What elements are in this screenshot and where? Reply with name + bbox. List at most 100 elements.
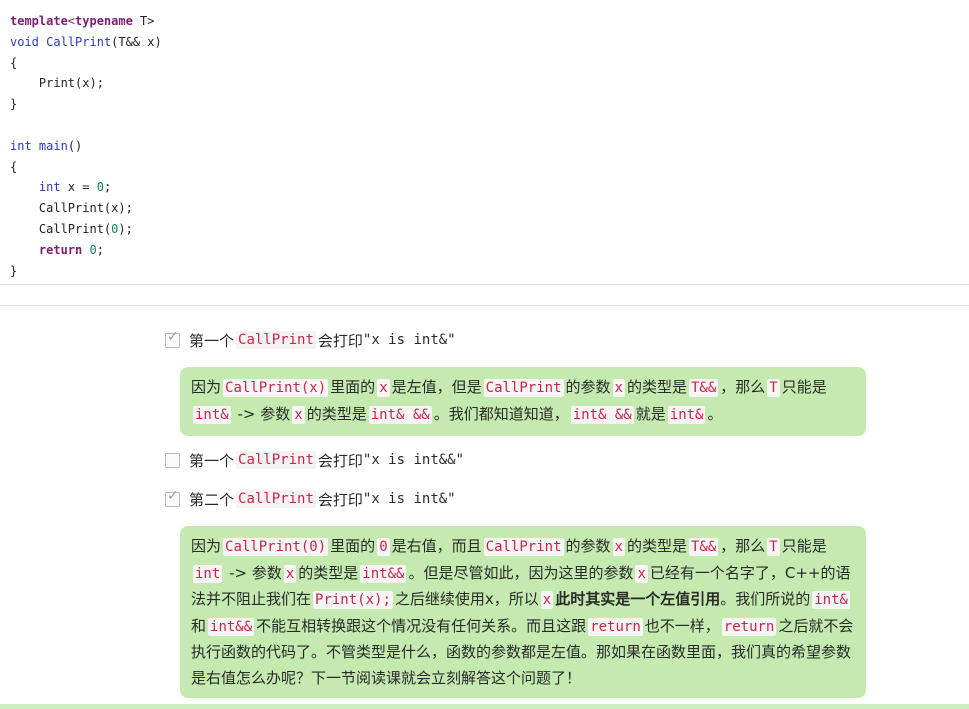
option-text: 第二个: [189, 490, 235, 509]
text: 。我们都知道知道，: [433, 404, 569, 423]
inline-code: return: [721, 617, 777, 636]
inline-code: int: [193, 564, 223, 583]
text: 只能是: [781, 537, 827, 555]
code-token: 0: [89, 242, 97, 257]
option-text: 会打印: [317, 331, 363, 350]
text: 是右值，而且: [391, 537, 482, 555]
code-token: <: [67, 14, 76, 28]
code-token: CallPrint: [46, 34, 112, 49]
code-token: T>: [132, 14, 155, 28]
text: 里面的: [330, 537, 376, 555]
code-line: return 0;: [10, 240, 162, 261]
option-text: 会打印: [317, 490, 363, 509]
inline-code: int&&: [360, 564, 407, 583]
inline-code: CallPrint: [483, 379, 564, 397]
text: 只能是: [781, 378, 827, 396]
checkbox-checked[interactable]: [165, 329, 180, 348]
text: -> 参数: [224, 563, 282, 582]
code-token: return: [38, 242, 83, 257]
code-token: void: [10, 34, 39, 49]
explanation-box-1: 因为 CallPrint(x) 里面的 x 是左值，但是 CallPrint 的参数 x 的类型…: [180, 367, 866, 436]
quiz-option-1[interactable]: 第一个 CallPrint 会打印 "x is int&": [165, 328, 456, 352]
code-token: 0: [96, 180, 104, 195]
code-token: int: [10, 138, 32, 153]
divider: [0, 305, 969, 306]
explanation-box-2: 因为 CallPrint(0) 里面的 0 是右值，而且 CallPrint 的参数 x 的类型…: [180, 526, 866, 698]
quiz-option-3[interactable]: 第二个 CallPrint 会打印 "x is int&": [165, 487, 456, 511]
code-line: void CallPrint(T&& x): [10, 32, 162, 53]
inline-code: CallPrint(0): [223, 538, 329, 556]
code-block: template<typename T> void CallPrint(T&& x…: [10, 11, 162, 281]
inline-code: return: [588, 617, 643, 636]
code-line: }: [10, 97, 18, 112]
text: -> 参数: [232, 404, 291, 423]
option-string: "x is int&": [362, 332, 456, 348]
inline-code: x: [612, 379, 625, 397]
text: ，那么: [720, 378, 766, 396]
inline-code: x: [283, 564, 297, 583]
option-text: 第一个: [189, 331, 235, 350]
quiz-option-2[interactable]: 第一个 CallPrint 会打印 "x is int&&": [165, 448, 464, 472]
inline-code: x: [377, 379, 390, 397]
checkbox-checked[interactable]: [165, 488, 180, 507]
text: 因为: [191, 378, 222, 396]
option-text: 会打印: [317, 451, 363, 470]
text: 的参数: [565, 378, 611, 396]
code-token: main: [38, 138, 68, 153]
inline-code: T&&: [688, 379, 719, 397]
code-token: ;: [96, 242, 104, 257]
option-text: 第一个: [189, 451, 235, 470]
inline-code: int& &&: [368, 405, 432, 424]
bold-text: 此时其实是一个左值引用: [555, 590, 721, 609]
inline-code: int&: [812, 591, 850, 610]
inline-code: CallPrint: [483, 538, 564, 556]
text: 因为: [191, 537, 222, 555]
inline-code: 0: [377, 538, 390, 556]
code-token: (T&& x): [111, 34, 162, 49]
inline-code: x: [612, 538, 625, 556]
code-line: int main(): [10, 136, 162, 157]
text: 。但是尽管如此，因为这里的参数: [408, 563, 634, 582]
text: 的参数: [565, 537, 611, 555]
text: 的类型是: [298, 563, 359, 582]
code-line: }: [10, 263, 18, 278]
code-token: x =: [60, 180, 97, 195]
code-token: CallPrint(: [10, 221, 112, 236]
inline-code: x: [292, 405, 305, 424]
divider: [0, 284, 969, 285]
inline-code: CallPrint: [236, 451, 316, 469]
text: 的类型是: [626, 378, 687, 396]
code-line: template<typename T>: [10, 11, 162, 32]
text: 就是: [635, 404, 666, 423]
inline-code: int& &&: [570, 405, 634, 424]
text: 不能互相转换跟这个情况没有任何关系。而且这跟: [256, 616, 587, 635]
inline-code: CallPrint: [236, 331, 316, 349]
code-token: typename: [75, 14, 133, 28]
text: ，那么: [720, 537, 766, 555]
text: 。我们所说的: [720, 590, 811, 609]
text: 也不一样，: [644, 616, 720, 635]
inline-code: CallPrint(x): [223, 379, 329, 397]
text: 。: [707, 404, 723, 423]
checkbox-unchecked[interactable]: [165, 452, 180, 468]
text: 里面的: [330, 378, 376, 396]
bottom-bar: [0, 704, 969, 709]
option-string: "x is int&&": [362, 452, 465, 468]
text: 的类型是: [306, 404, 367, 423]
text: 是左值，但是: [391, 378, 482, 396]
code-line: CallPrint(x);: [10, 201, 133, 216]
inline-code: Print(x);: [313, 591, 393, 610]
code-token: );: [118, 221, 133, 236]
text: 和: [191, 616, 207, 635]
inline-code: x: [635, 564, 648, 583]
code-line: {: [10, 159, 18, 174]
inline-code: x: [540, 591, 554, 610]
code-token: int: [38, 180, 61, 195]
inline-code: T: [767, 379, 780, 397]
code-line: {: [10, 55, 18, 70]
inline-code: int&&: [208, 617, 255, 636]
